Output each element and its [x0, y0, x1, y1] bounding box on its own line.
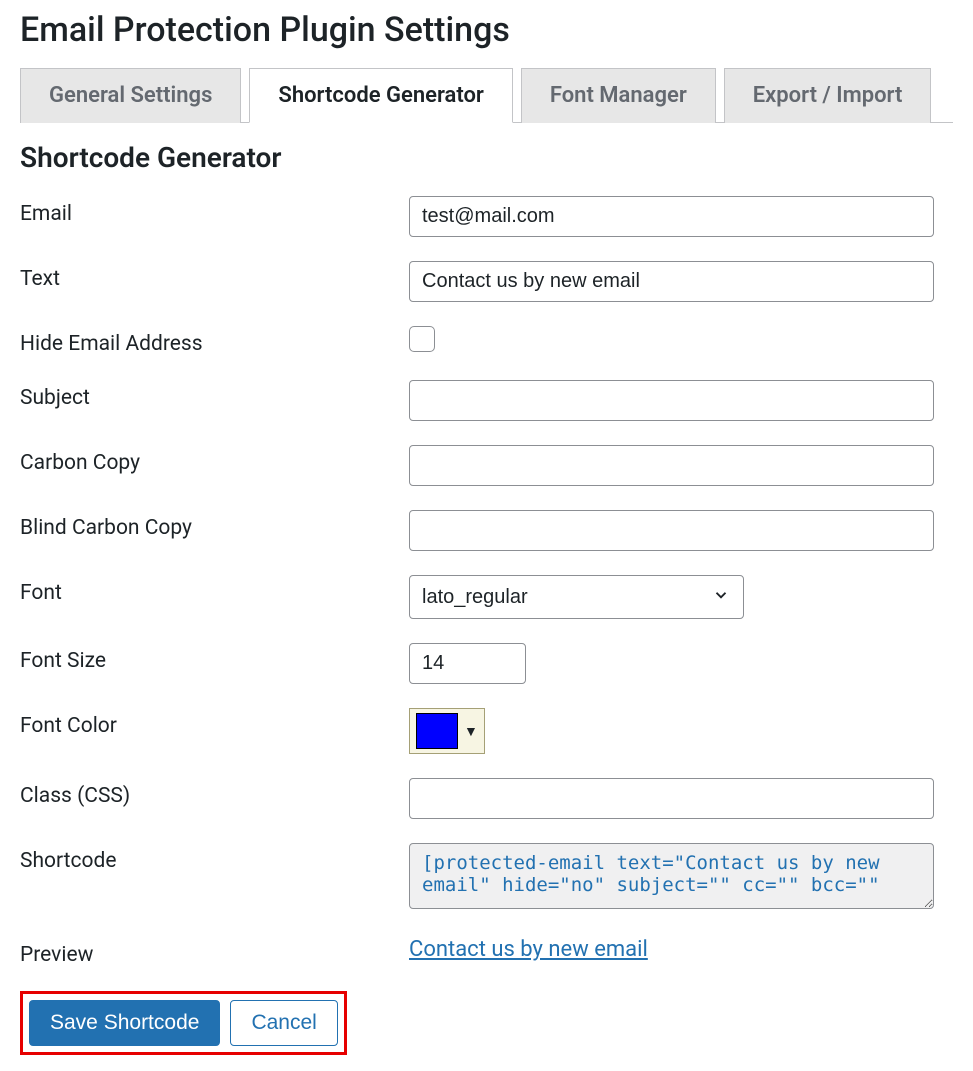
tab-font-manager[interactable]: Font Manager [521, 68, 716, 123]
dropdown-arrow-icon: ▼ [464, 723, 478, 740]
subject-label: Subject [20, 380, 409, 410]
page-title: Email Protection Plugin Settings [20, 10, 953, 50]
section-title: Shortcode Generator [20, 141, 953, 174]
preview-link[interactable]: Contact us by new email [409, 937, 648, 962]
tab-general-settings[interactable]: General Settings [20, 68, 241, 123]
font-size-label: Font Size [20, 643, 409, 673]
font-color-label: Font Color [20, 708, 409, 738]
subject-field[interactable] [409, 380, 934, 421]
color-swatch [416, 713, 458, 749]
email-label: Email [20, 196, 409, 226]
font-label: Font [20, 575, 409, 605]
tab-shortcode-generator[interactable]: Shortcode Generator [249, 68, 512, 123]
css-class-field[interactable] [409, 778, 934, 819]
shortcode-textarea[interactable] [409, 843, 934, 909]
cancel-button[interactable]: Cancel [230, 1000, 337, 1046]
font-color-picker[interactable]: ▼ [409, 708, 485, 754]
font-size-field[interactable] [409, 643, 526, 684]
tabs-container: General Settings Shortcode Generator Fon… [20, 68, 953, 123]
email-field[interactable] [409, 196, 934, 237]
bcc-field[interactable] [409, 510, 934, 551]
hide-email-checkbox[interactable] [409, 326, 435, 352]
cc-label: Carbon Copy [20, 445, 409, 475]
css-class-label: Class (CSS) [20, 778, 409, 808]
text-label: Text [20, 261, 409, 291]
tab-export-import[interactable]: Export / Import [724, 68, 932, 123]
button-row-highlight: Save Shortcode Cancel [20, 991, 347, 1055]
cc-field[interactable] [409, 445, 934, 486]
preview-label: Preview [20, 937, 409, 967]
shortcode-label: Shortcode [20, 843, 409, 873]
hide-email-label: Hide Email Address [20, 326, 409, 356]
font-select[interactable]: lato_regular [409, 575, 744, 619]
bcc-label: Blind Carbon Copy [20, 510, 409, 540]
text-field[interactable] [409, 261, 934, 302]
save-shortcode-button[interactable]: Save Shortcode [29, 1000, 220, 1046]
